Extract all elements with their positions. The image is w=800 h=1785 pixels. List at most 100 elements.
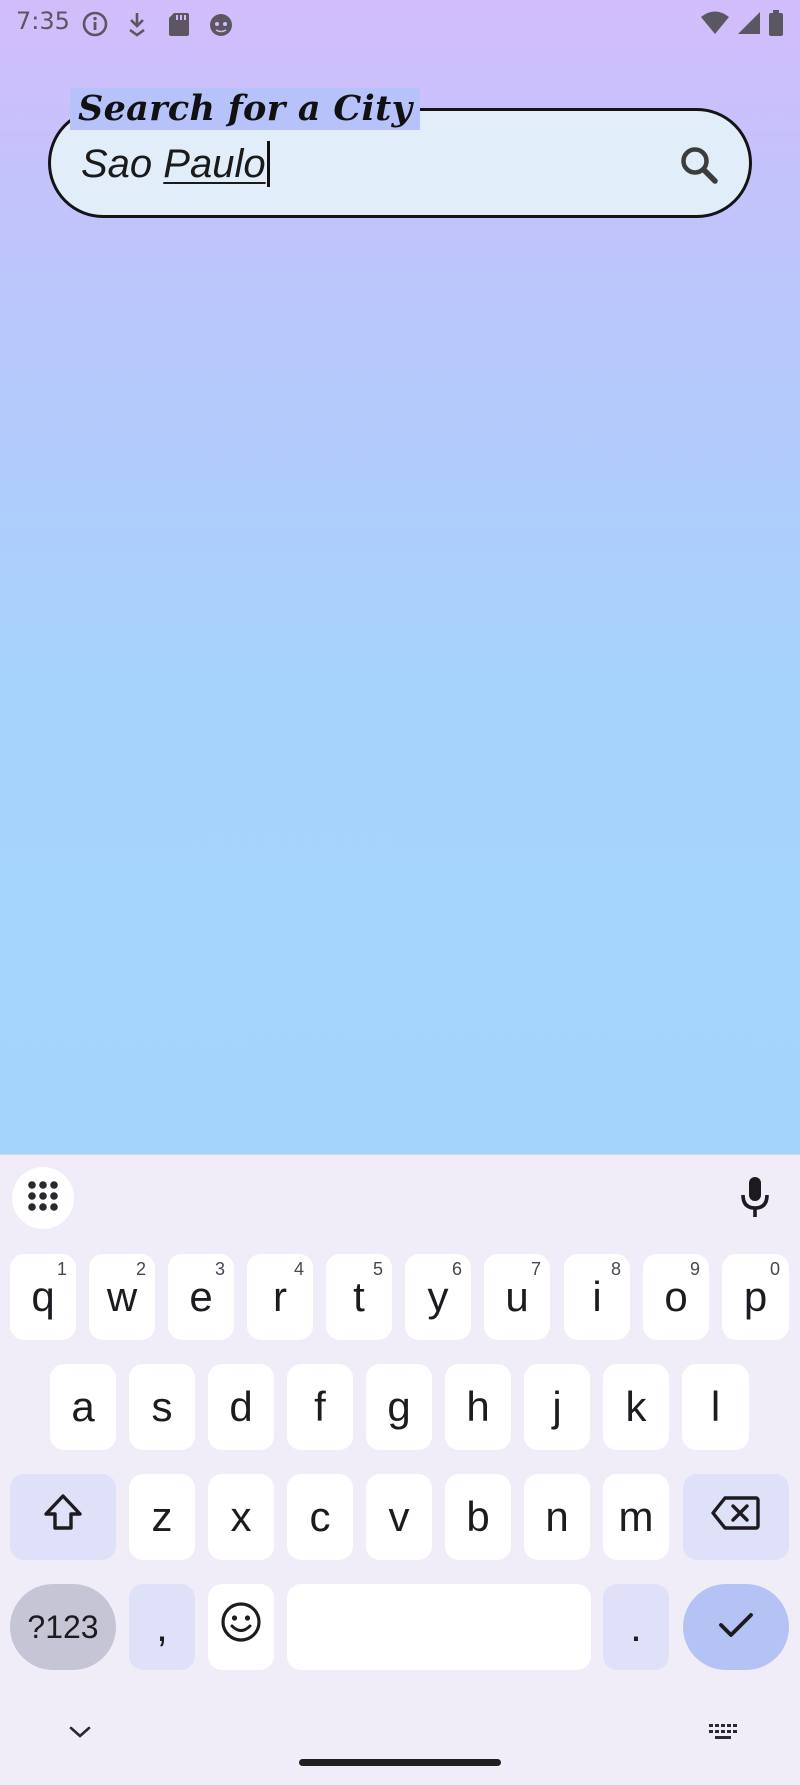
key-v[interactable]: v xyxy=(366,1474,432,1560)
key-f[interactable]: f xyxy=(287,1364,353,1450)
city-search: Sao Paulo Search for a City xyxy=(48,88,752,218)
emoji-key[interactable] xyxy=(208,1584,274,1670)
key-y[interactable]: y6 xyxy=(405,1254,471,1340)
key-label: v xyxy=(388,1493,410,1540)
shift-icon xyxy=(42,1492,84,1542)
key-label: w xyxy=(106,1273,138,1320)
signal-icon xyxy=(736,10,762,40)
home-indicator[interactable] xyxy=(299,1759,501,1766)
status-bar: 7:35 xyxy=(0,0,800,46)
key-hint: 2 xyxy=(135,1259,146,1279)
key-label: j xyxy=(552,1383,562,1430)
key-label: . xyxy=(630,1603,642,1650)
symbols-key[interactable]: ?123 xyxy=(10,1584,116,1670)
keyboard-icon xyxy=(708,1723,740,1745)
key-u[interactable]: u7 xyxy=(484,1254,550,1340)
battery-icon xyxy=(768,9,784,41)
keyboard-apps-button[interactable] xyxy=(12,1167,74,1229)
key-r[interactable]: r4 xyxy=(247,1254,313,1340)
key-i[interactable]: i8 xyxy=(564,1254,630,1340)
key-label: b xyxy=(466,1493,490,1540)
backspace-icon xyxy=(711,1493,761,1541)
key-label: c xyxy=(309,1493,331,1540)
key-hint: 1 xyxy=(56,1259,67,1279)
hide-keyboard-button[interactable] xyxy=(62,1719,98,1749)
status-icons-right xyxy=(700,9,784,41)
key-label: q xyxy=(31,1273,55,1320)
key-h[interactable]: h xyxy=(445,1364,511,1450)
keyboard-toolbar xyxy=(0,1155,800,1239)
key-n[interactable]: n xyxy=(524,1474,590,1560)
chevron-down-icon xyxy=(68,1724,92,1744)
switch-keyboard-button[interactable] xyxy=(706,1719,742,1749)
period-key[interactable]: . xyxy=(603,1584,669,1670)
keyboard-bottom-bar xyxy=(0,1695,800,1785)
comma-key[interactable]: , xyxy=(129,1584,195,1670)
search-input-value: Sao Paulo xyxy=(81,137,270,191)
search-value-composing: Paulo xyxy=(163,142,266,186)
status-time: 7:35 xyxy=(16,7,70,35)
key-label: t xyxy=(353,1273,365,1320)
key-label: , xyxy=(156,1603,168,1650)
key-s[interactable]: s xyxy=(129,1364,195,1450)
key-hint: 9 xyxy=(689,1259,700,1279)
backspace-key[interactable] xyxy=(683,1474,789,1560)
mic-icon xyxy=(738,1175,772,1223)
key-hint: 4 xyxy=(293,1259,304,1279)
key-label: e xyxy=(189,1273,213,1320)
key-label: s xyxy=(151,1383,173,1430)
key-j[interactable]: j xyxy=(524,1364,590,1450)
key-x[interactable]: x xyxy=(208,1474,274,1560)
key-d[interactable]: d xyxy=(208,1364,274,1450)
search-field-label: Search for a City xyxy=(70,88,421,130)
sd-card-icon xyxy=(164,9,194,39)
key-o[interactable]: o9 xyxy=(643,1254,709,1340)
emoji-icon xyxy=(220,1601,262,1653)
key-label: l xyxy=(710,1383,721,1430)
text-caret xyxy=(266,141,270,187)
status-icons-left xyxy=(80,9,236,39)
key-label: a xyxy=(71,1383,95,1430)
search-button[interactable] xyxy=(671,139,727,195)
key-label: y xyxy=(427,1273,449,1320)
space-key[interactable] xyxy=(287,1584,591,1670)
search-value-plain: Sao xyxy=(81,142,164,186)
shift-key[interactable] xyxy=(10,1474,116,1560)
key-p[interactable]: p0 xyxy=(722,1254,789,1340)
key-label: z xyxy=(151,1493,173,1540)
key-label: n xyxy=(545,1493,569,1540)
key-k[interactable]: k xyxy=(603,1364,669,1450)
key-a[interactable]: a xyxy=(50,1364,116,1450)
info-icon xyxy=(80,9,110,39)
key-label: ?123 xyxy=(27,1608,99,1645)
key-m[interactable]: m xyxy=(603,1474,669,1560)
checkmark-icon xyxy=(716,1603,756,1651)
apps-grid-icon xyxy=(26,1179,60,1217)
key-hint: 5 xyxy=(372,1259,383,1279)
key-q[interactable]: q1 xyxy=(10,1254,76,1340)
key-l[interactable]: l xyxy=(682,1364,749,1450)
voice-input-button[interactable] xyxy=(730,1171,780,1227)
key-label: k xyxy=(625,1383,647,1430)
key-z[interactable]: z xyxy=(129,1474,195,1560)
key-label: f xyxy=(314,1383,326,1430)
download-icon xyxy=(122,9,152,39)
enter-key[interactable] xyxy=(683,1584,789,1670)
key-hint: 3 xyxy=(214,1259,225,1279)
key-label: x xyxy=(230,1493,252,1540)
key-hint: 6 xyxy=(451,1259,462,1279)
key-label: r xyxy=(273,1273,287,1320)
key-g[interactable]: g xyxy=(366,1364,432,1450)
key-w[interactable]: w2 xyxy=(89,1254,155,1340)
key-label: g xyxy=(387,1383,411,1430)
key-hint: 8 xyxy=(610,1259,621,1279)
soft-keyboard: q1 w2 e3 r4 t5 y6 u7 i8 o9 p0 a s d f g … xyxy=(0,1154,800,1785)
key-e[interactable]: e3 xyxy=(168,1254,234,1340)
key-b[interactable]: b xyxy=(445,1474,511,1560)
key-hint: 0 xyxy=(769,1259,780,1279)
search-icon xyxy=(677,143,721,191)
key-t[interactable]: t5 xyxy=(326,1254,392,1340)
key-c[interactable]: c xyxy=(287,1474,353,1560)
key-label: i xyxy=(592,1273,602,1320)
key-label: u xyxy=(505,1273,529,1320)
